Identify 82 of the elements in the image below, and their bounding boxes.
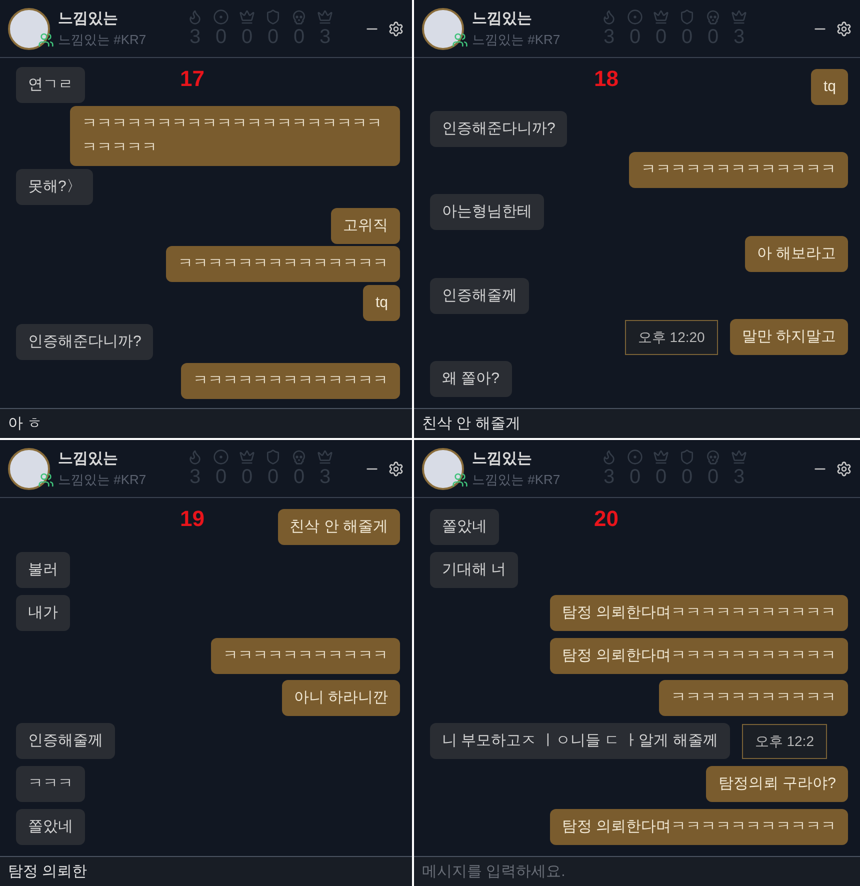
- chat-bubble: 내가: [16, 594, 70, 631]
- settings-icon[interactable]: [388, 20, 404, 36]
- chat-bubble: ㅋㅋㅋㅋㅋㅋㅋㅋㅋㅋㅋㅋㅋㅋㅋㅋㅋㅋㅋㅋㅋㅋㅋㅋㅋ: [70, 106, 400, 166]
- crown-icon: [653, 8, 669, 24]
- shield-icon: [679, 448, 695, 464]
- chat-bubble: ㅋㅋㅋㅋㅋㅋㅋㅋㅋㅋㅋ: [659, 680, 848, 716]
- settings-icon[interactable]: [836, 20, 852, 36]
- shield-icon: [265, 448, 281, 464]
- shield-icon: [265, 8, 281, 24]
- chat-bubble: 기대해 너: [430, 552, 518, 588]
- target-icon: [627, 448, 643, 464]
- chat-bubble: 고위직: [331, 208, 400, 244]
- settings-icon[interactable]: [388, 460, 404, 476]
- message-input[interactable]: 친삭 안 해줄게: [414, 408, 860, 438]
- chat-bubble: 니 부모하고ㅈ ㅣㅇ니들 ㄷ ㅏ알게 해줄께: [430, 723, 730, 760]
- crown-icon: [239, 448, 255, 464]
- chat-bubble: 쫄았네: [16, 808, 85, 845]
- message-input[interactable]: 탐정 의뢰한: [0, 856, 412, 886]
- chat-bubble: 탐정 의뢰한다며ㅋㅋㅋㅋㅋㅋㅋㅋㅋㅋㅋ: [550, 638, 848, 674]
- timestamp-tooltip: 오후 12:2: [742, 724, 827, 759]
- chat-bubble: 쫄았네: [430, 509, 499, 546]
- crown-icon: [317, 8, 333, 24]
- chat-bubble: 인증해줄께: [430, 278, 529, 314]
- crown-icon: [653, 448, 669, 464]
- chat-bubble: ㅋㅋㅋㅋㅋㅋㅋㅋㅋㅋㅋ: [211, 638, 400, 674]
- chat-bubble: ㅋㅋㅋㅋㅋㅋㅋㅋㅋㅋㅋㅋㅋ: [629, 152, 848, 188]
- chat-bubble: tq: [363, 285, 400, 322]
- crown-icon: [239, 8, 255, 24]
- friend-name: 느낌있는: [58, 8, 119, 28]
- chat-bubble: 탐정 의뢰한다며ㅋㅋㅋㅋㅋㅋㅋㅋㅋㅋㅋ: [550, 594, 848, 631]
- friend-icon: [38, 472, 54, 488]
- chat-bubble: 인증해준다니까?: [430, 110, 568, 147]
- chat-bubble: ㅋㅋㅋㅋㅋㅋㅋㅋㅋㅋㅋㅋㅋㅋ: [166, 246, 400, 282]
- chat-bubble: 연ㄱㄹ: [16, 67, 85, 104]
- screenshot-number: 18: [594, 65, 618, 93]
- chat-bubble: 탐정 의뢰한다며ㅋㅋㅋㅋㅋㅋㅋㅋㅋㅋㅋ: [550, 808, 848, 845]
- crown-icon: [317, 448, 333, 464]
- flame-icon: [601, 8, 617, 24]
- friend-tag: 느낌있는 #KR7: [472, 470, 590, 490]
- screenshot-number: 19: [180, 505, 204, 533]
- flame-icon: [187, 8, 203, 24]
- message-input[interactable]: 메시지를 입력하세요.: [414, 856, 860, 886]
- chat-bubble: 아 해보라고: [744, 236, 848, 272]
- crown-icon: [731, 8, 747, 24]
- chat-bubble: 인증해줄께: [16, 723, 115, 760]
- chat-bubble: 못해?〉: [16, 168, 94, 205]
- flame-icon: [601, 448, 617, 464]
- target-icon: [627, 8, 643, 24]
- target-icon: [213, 8, 229, 24]
- chat-bubble: 인증해준다니까?: [16, 324, 154, 360]
- skull-icon: [705, 8, 721, 24]
- friend-tag: 느낌있는 #KR7: [58, 470, 176, 490]
- chat-bubble: 탐정의뢰 구라야?: [706, 766, 848, 802]
- friend-icon: [452, 472, 468, 488]
- screenshot-number: 20: [594, 505, 618, 533]
- chat-bubble: 말만 하지말고: [730, 319, 848, 356]
- friend-name: 느낌있는: [472, 8, 533, 28]
- chat-bubble: 아니 하라니깐: [282, 680, 400, 716]
- target-icon: [213, 448, 229, 464]
- friend-icon: [452, 32, 468, 48]
- message-input[interactable]: 아 ㅎ: [0, 408, 412, 438]
- friend-icon: [38, 32, 54, 48]
- friend-tag: 느낌있는 #KR7: [58, 30, 176, 50]
- friend-tag: 느낌있는 #KR7: [472, 30, 590, 50]
- friend-name: 느낌있는: [58, 448, 119, 468]
- chat-bubble: tq: [811, 68, 848, 105]
- timestamp-tooltip: 오후 12:20: [624, 320, 718, 355]
- skull-icon: [291, 448, 307, 464]
- flame-icon: [187, 448, 203, 464]
- chat-bubble: 왜 쫄아?: [430, 361, 512, 398]
- settings-icon[interactable]: [836, 460, 852, 476]
- chat-bubble: 불러: [16, 552, 70, 588]
- chat-bubble: ㅋㅋㅋ: [16, 766, 85, 802]
- crown-icon: [731, 448, 747, 464]
- chat-bubble: ㅋㅋㅋㅋㅋㅋㅋㅋㅋㅋㅋㅋㅋ: [181, 362, 400, 399]
- skull-icon: [705, 448, 721, 464]
- chat-bubble: 아는형님한테: [430, 194, 544, 230]
- skull-icon: [291, 8, 307, 24]
- screenshot-number: 17: [180, 65, 204, 93]
- friend-name: 느낌있는: [472, 448, 533, 468]
- shield-icon: [679, 8, 695, 24]
- chat-bubble: 친삭 안 해줄게: [278, 509, 400, 546]
